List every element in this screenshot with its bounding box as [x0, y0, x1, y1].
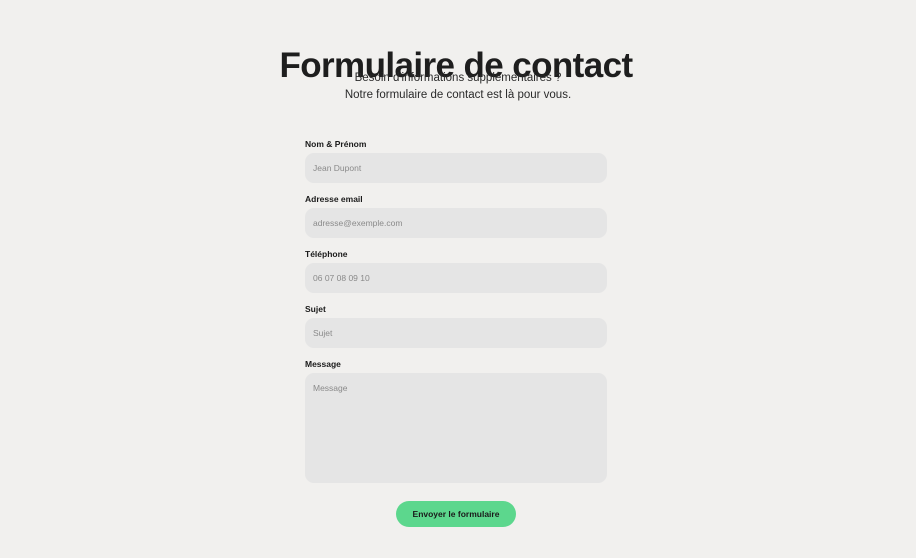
- name-field[interactable]: [305, 153, 607, 183]
- phone-field[interactable]: [305, 263, 607, 293]
- email-label: Adresse email: [305, 194, 363, 204]
- submit-button[interactable]: Envoyer le formulaire: [396, 501, 516, 527]
- name-label: Nom & Prénom: [305, 139, 367, 149]
- phone-label: Téléphone: [305, 249, 348, 259]
- contact-form: Nom & Prénom Adresse email Téléphone Suj…: [305, 138, 607, 483]
- page-subtitle-line-2: Notre formulaire de contact est là pour …: [344, 89, 572, 101]
- contact-page: Formulaire de contact Besoin d'informati…: [0, 0, 916, 558]
- message-field[interactable]: [305, 373, 607, 483]
- subject-label: Sujet: [305, 304, 326, 314]
- message-label: Message: [305, 359, 341, 369]
- email-field[interactable]: [305, 208, 607, 238]
- page-subtitle-line-1: Besoin d'informations supplémentaires ?: [354, 72, 562, 84]
- subject-field[interactable]: [305, 318, 607, 348]
